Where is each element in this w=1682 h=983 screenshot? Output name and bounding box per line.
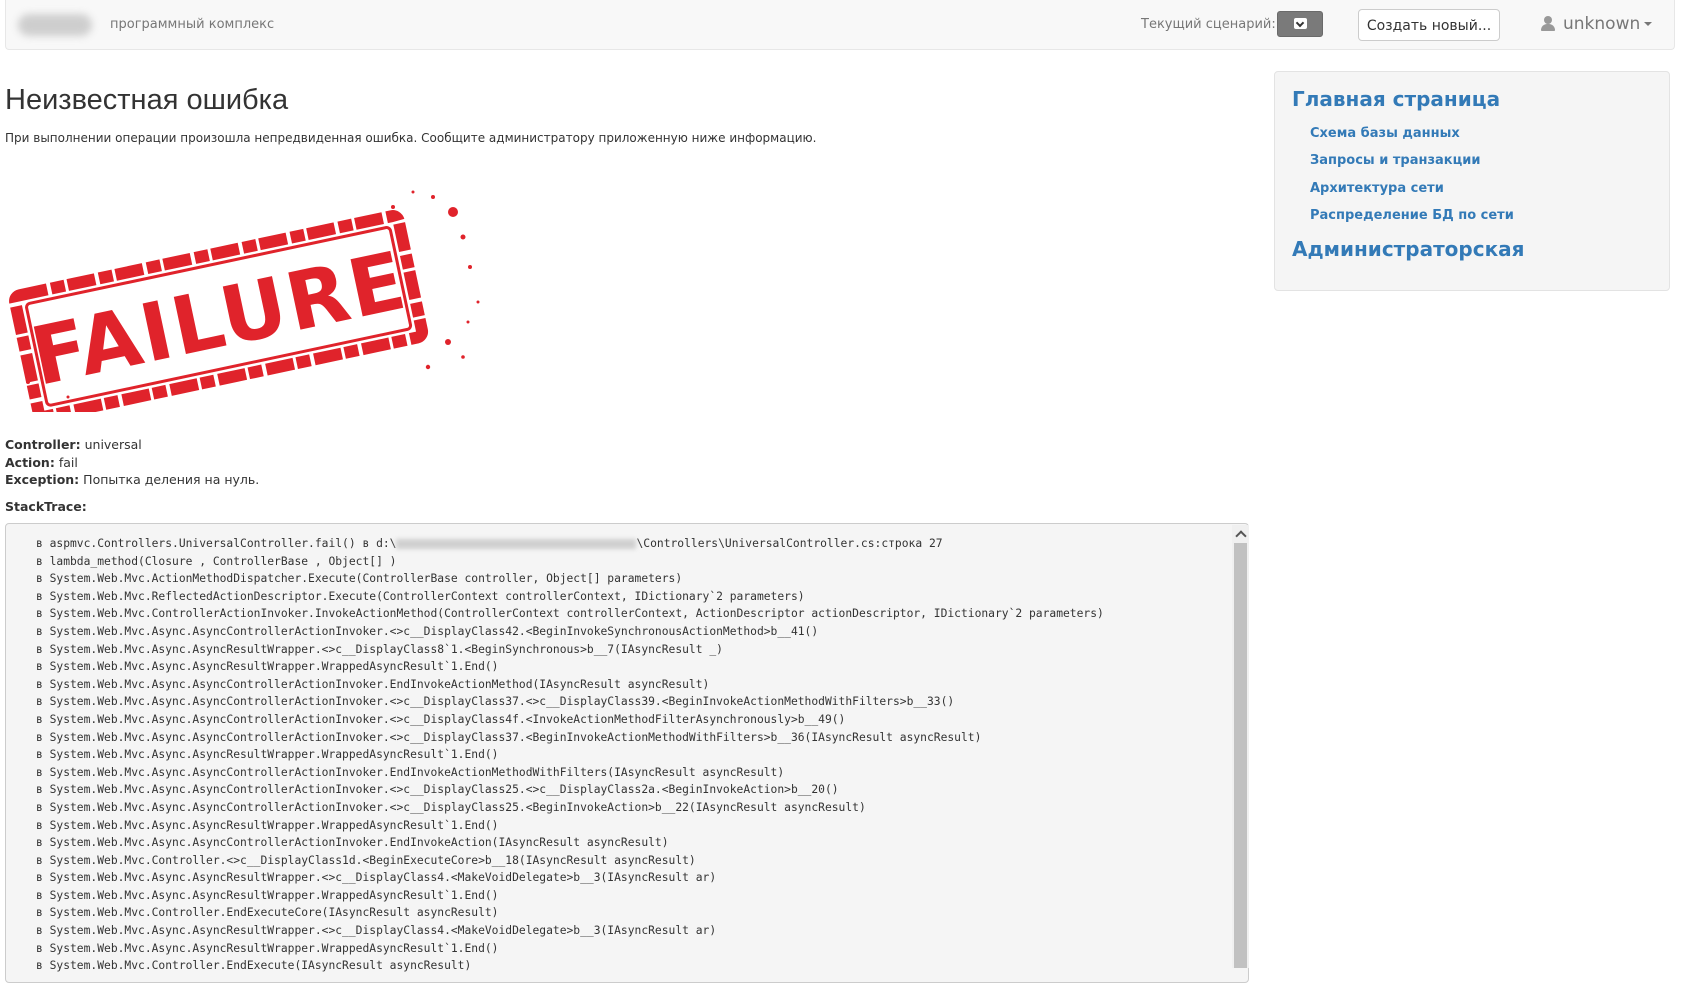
stack-line: в System.Web.Mvc.Controller.EndExecuteCo… [36, 906, 499, 920]
stack-line: в System.Web.Mvc.Async.AsyncResultWrappe… [36, 660, 499, 674]
brand-logo[interactable] [18, 14, 92, 36]
stack-line: в System.Web.Mvc.ControllerActionInvoker… [36, 607, 1104, 621]
create-new-button[interactable]: Создать новый... [1358, 9, 1500, 41]
stack-line: в System.Web.Mvc.Async.AsyncResultWrappe… [36, 818, 499, 832]
exception-info: Exception: Попытка деления на нуль. [5, 472, 260, 487]
action-info: Action: fail [5, 455, 78, 470]
error-description: При выполнении операции произошла непред… [5, 131, 817, 145]
stack-line: в aspmvc.Controllers.UniversalController… [36, 537, 943, 550]
action-value: fail [58, 455, 78, 470]
scenario-label: Текущий сценарий: [1141, 17, 1276, 32]
stack-line: в System.Web.Mvc.Async.AsyncResultWrappe… [36, 888, 499, 902]
stack-line: в System.Web.Mvc.Async.AsyncControllerAc… [36, 695, 955, 709]
stack-line: в System.Web.Mvc.Async.AsyncResultWrappe… [36, 748, 499, 762]
stack-line: в System.Web.Mvc.Async.AsyncControllerAc… [36, 624, 819, 638]
stack-line: в System.Web.Mvc.Controller.EndExecute(I… [36, 959, 472, 973]
stack-line: в System.Web.Mvc.Async.AsyncResultWrappe… [36, 924, 717, 938]
sidebar-link-network[interactable]: Архитектура сети [1310, 181, 1444, 196]
stack-line: в System.Web.Mvc.ActionMethodDispatcher.… [36, 572, 683, 586]
failure-stamp-image: FAILURE [9, 190, 480, 412]
sidebar-link-main-page[interactable]: Главная страница [1292, 87, 1500, 111]
scroll-thumb[interactable] [1234, 543, 1247, 968]
stack-line: в System.Web.Mvc.Async.AsyncControllerAc… [36, 800, 866, 814]
chevron-down-icon [1294, 18, 1307, 29]
scenario-dropdown-button[interactable] [1277, 11, 1323, 37]
sidebar-link-admin[interactable]: Администраторская [1292, 237, 1525, 261]
stack-line: в System.Web.Mvc.Async.AsyncControllerAc… [36, 836, 669, 850]
stack-line: в System.Web.Mvc.Async.AsyncControllerAc… [36, 712, 846, 726]
stack-line: в System.Web.Mvc.Async.AsyncResultWrappe… [36, 871, 717, 885]
stack-line: в System.Web.Mvc.Async.AsyncControllerAc… [36, 765, 785, 779]
page-title: Неизвестная ошибка [5, 84, 289, 116]
user-icon [1541, 16, 1555, 32]
sidebar-link-db-schema[interactable]: Схема базы данных [1310, 126, 1460, 141]
stacktrace-list: в aspmvc.Controllers.UniversalController… [36, 535, 1104, 975]
stack-line: в System.Web.Mvc.Async.AsyncControllerAc… [36, 730, 982, 744]
scroll-up-arrow-icon[interactable] [1232, 525, 1249, 542]
user-menu[interactable]: unknown [1541, 14, 1653, 36]
stack-line: в lambda_method(Closure , ControllerBase… [36, 554, 397, 568]
stack-line: в System.Web.Mvc.Async.AsyncResultWrappe… [36, 941, 499, 955]
controller-info: Controller: universal [5, 437, 142, 452]
stacktrace-scrollbar[interactable] [1232, 525, 1249, 968]
controller-value: universal [84, 437, 142, 452]
stack-line: в System.Web.Mvc.Async.AsyncControllerAc… [36, 677, 710, 691]
stacktrace-label: StackTrace: [5, 499, 87, 514]
stack-line: в System.Web.Mvc.Controller.<>c__Display… [36, 853, 696, 867]
blurred-path [396, 539, 637, 549]
stacktrace-box[interactable]: в aspmvc.Controllers.UniversalController… [5, 523, 1249, 983]
sidebar: Главная страница Схема базы данных Запро… [1274, 71, 1670, 291]
stack-line: в System.Web.Mvc.ReflectedActionDescript… [36, 589, 805, 603]
exception-value: Попытка деления на нуль. [83, 472, 260, 487]
stack-line: в System.Web.Mvc.Async.AsyncResultWrappe… [36, 642, 723, 656]
user-name: unknown [1563, 14, 1641, 34]
brand-text: программный комплекс [110, 17, 275, 32]
caret-down-icon [1644, 22, 1653, 26]
stack-line: в System.Web.Mvc.Async.AsyncControllerAc… [36, 783, 839, 797]
sidebar-link-queries[interactable]: Запросы и транзакции [1310, 153, 1480, 168]
sidebar-link-db-distribution[interactable]: Распределение БД по сети [1310, 208, 1514, 223]
